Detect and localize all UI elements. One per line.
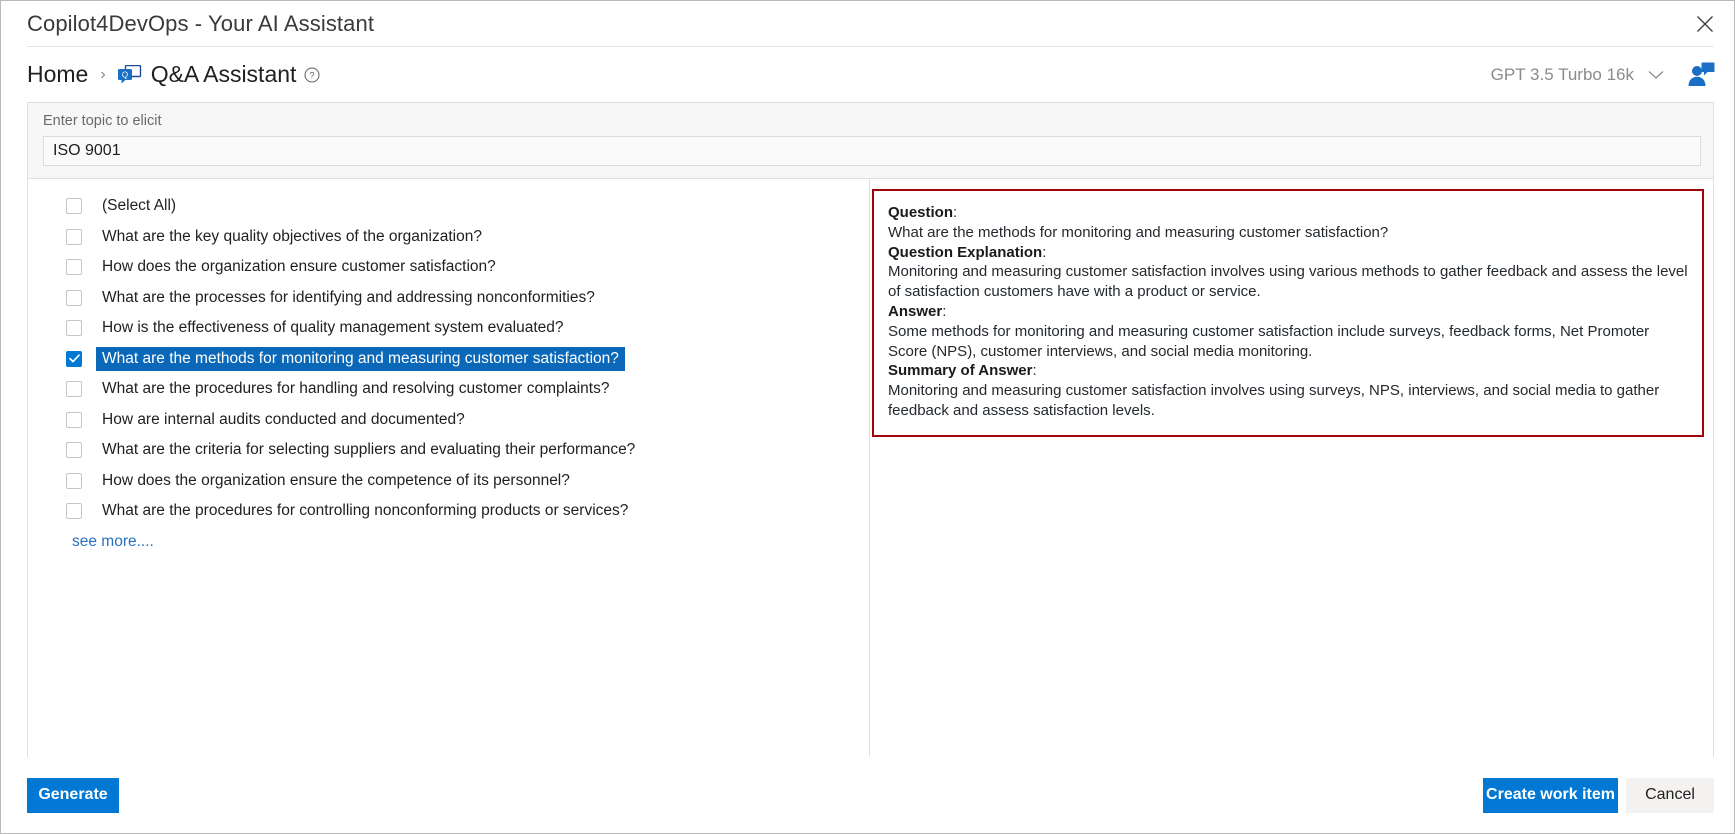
cancel-button[interactable]: Cancel	[1626, 777, 1714, 813]
summary-text: Monitoring and measuring customer satisf…	[888, 382, 1660, 419]
checkbox-icon[interactable]	[66, 472, 82, 489]
explanation-text: Monitoring and measuring customer satisf…	[888, 263, 1688, 301]
help-circle-icon[interactable]: ?	[304, 67, 320, 83]
question-list-item[interactable]: How does the organization ensure the com…	[28, 466, 869, 497]
svg-text:Q: Q	[122, 70, 128, 79]
checkbox-icon[interactable]	[66, 259, 82, 276]
question-list-item[interactable]: How is the effectiveness of quality mana…	[28, 313, 869, 344]
page-title: Q&A Assistant	[150, 61, 297, 87]
create-work-item-button[interactable]: Create work item	[1483, 777, 1618, 813]
question-list-item[interactable]: How are internal audits conducted and do…	[28, 405, 869, 436]
dialog-window: Copilot4DevOps - Your AI Assistant Home …	[0, 0, 1735, 834]
footer-bar: Generate Create work item Cancel	[1, 757, 1734, 833]
chevron-down-icon[interactable]	[1648, 70, 1664, 80]
question-heading-row: Question:	[888, 203, 1688, 223]
question-heading-colon: :	[953, 204, 958, 221]
question-list: (Select All) What are the key quality obj…	[28, 191, 869, 527]
topic-label: Enter topic to elicit	[43, 113, 162, 129]
topic-input[interactable]	[43, 136, 1701, 166]
breadcrumb-separator-icon: ›	[100, 65, 106, 83]
question-list-item[interactable]: What are the methods for monitoring and …	[28, 344, 869, 375]
question-label: How is the effectiveness of quality mana…	[102, 319, 564, 336]
breadcrumb-home[interactable]: Home	[27, 61, 88, 88]
question-label: How are internal audits conducted and do…	[102, 410, 465, 428]
question-label: What are the key quality objectives of t…	[102, 227, 482, 245]
checkbox-icon[interactable]	[66, 320, 82, 337]
question-label: What are the procedures for controlling …	[102, 502, 629, 519]
svg-text:?: ?	[310, 70, 315, 80]
question-list-item[interactable]: What are the procedures for controlling …	[28, 496, 869, 527]
checkbox-icon[interactable]	[66, 381, 82, 398]
summary-heading: Summary of Answer	[888, 362, 1033, 380]
question-label: What are the processes for identifying a…	[102, 288, 595, 306]
app-title: Copilot4DevOps - Your AI Assistant	[27, 10, 375, 36]
question-list-item[interactable]: (Select All)	[28, 191, 869, 222]
generate-button[interactable]: Generate	[27, 777, 119, 813]
question-label: How does the organization ensure custome…	[102, 258, 496, 275]
question-label: (Select All)	[102, 197, 177, 214]
question-heading: Question	[888, 204, 954, 221]
checkbox-icon[interactable]	[66, 442, 82, 459]
question-label: What are the procedures for handling and…	[102, 380, 610, 397]
answer-card: Question: What are the methods for monit…	[872, 189, 1704, 437]
model-selector-label[interactable]: GPT 3.5 Turbo 16k	[1491, 65, 1634, 85]
explanation-heading: Question Explanation	[888, 243, 1043, 261]
question-list-item[interactable]: What are the procedures for handling and…	[28, 374, 869, 405]
explanation-heading-colon: :	[1042, 243, 1047, 261]
breadcrumb: Home › Q Q&A Assistant ? GPT 3.5 Turbo 1…	[1, 47, 1734, 102]
answer-heading-row: Answer:	[888, 302, 1688, 322]
title-bar: Copilot4DevOps - Your AI Assistant	[1, 1, 1734, 46]
summary-heading-row: Summary of Answer:	[888, 361, 1688, 381]
question-label: What are the criteria for selecting supp…	[102, 441, 636, 458]
answer-heading-colon: :	[942, 302, 947, 320]
question-list-item[interactable]: What are the key quality objectives of t…	[28, 222, 869, 253]
checkbox-icon[interactable]	[66, 289, 82, 306]
summary-heading-colon: :	[1032, 362, 1037, 380]
question-text: What are the methods for monitoring and …	[888, 223, 1389, 241]
answer-text: Some methods for monitoring and measurin…	[888, 322, 1650, 360]
question-label: How does the organization ensure the com…	[102, 471, 570, 489]
content-frame: Enter topic to elicit (Select All) What a…	[27, 102, 1714, 757]
answer-pane: Question: What are the methods for monit…	[870, 179, 1713, 757]
explanation-heading-row: Question Explanation:	[888, 243, 1688, 263]
checkbox-icon[interactable]	[66, 503, 82, 520]
answer-heading: Answer	[888, 302, 943, 320]
checkbox-icon[interactable]	[66, 411, 82, 428]
question-list-pane: (Select All) What are the key quality obj…	[28, 179, 870, 757]
topic-section: Enter topic to elicit	[28, 103, 1713, 179]
see-more-link[interactable]: see more....	[72, 533, 154, 551]
checkbox-icon[interactable]	[66, 350, 82, 367]
checkbox-icon[interactable]	[66, 198, 82, 215]
question-label: What are the methods for monitoring and …	[96, 346, 625, 371]
qa-assistant-icon: Q	[117, 64, 142, 85]
question-list-item[interactable]: What are the criteria for selecting supp…	[28, 435, 869, 466]
user-chat-icon[interactable]	[1686, 61, 1716, 89]
question-list-item[interactable]: How does the organization ensure custome…	[28, 252, 869, 283]
checkbox-icon[interactable]	[66, 228, 82, 245]
close-icon[interactable]	[1688, 7, 1722, 41]
question-list-item[interactable]: What are the processes for identifying a…	[28, 283, 869, 314]
panes: (Select All) What are the key quality obj…	[28, 179, 1713, 757]
